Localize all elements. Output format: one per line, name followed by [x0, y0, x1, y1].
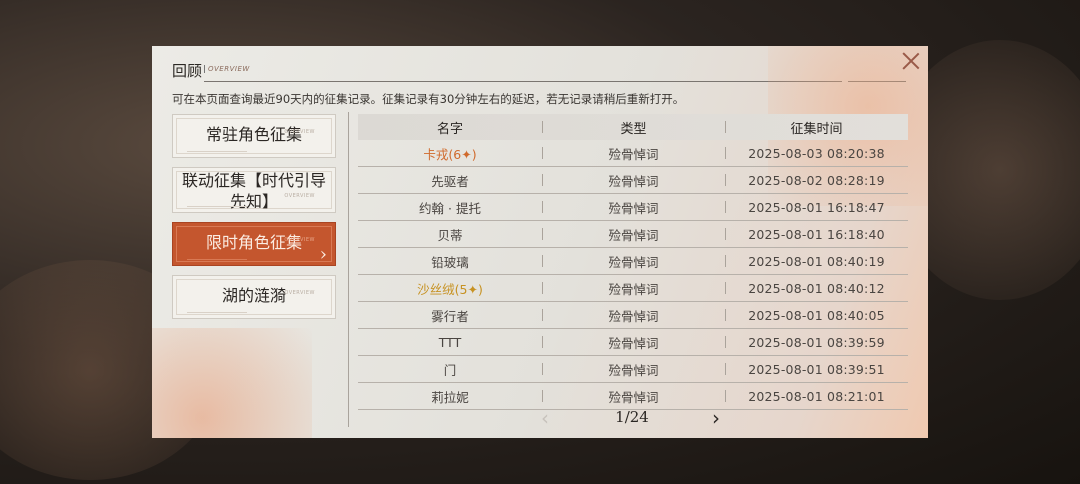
sidebar-item-tag: OVERVIEW [284, 129, 315, 135]
cell-time: 2025-08-01 16:18:40 [725, 227, 908, 242]
sidebar-item-lake-ripple[interactable]: 湖的涟漪 OVERVIEW [172, 275, 336, 319]
header-name: 名字 [436, 121, 463, 137]
cell-name: 铅玻璃 [431, 254, 469, 270]
sidebar-item-tag: OVERVIEW [284, 290, 315, 296]
page-indicator: 1/24 [615, 408, 649, 426]
cell-name: 雾行者 [431, 308, 469, 324]
chevron-right-icon: › [319, 244, 327, 265]
sidebar-item-collab[interactable]: 联动征集【时代引导先知】 OVERVIEW [172, 167, 336, 213]
header-type: 类型 [542, 118, 725, 137]
table-row: 雾行者 殓骨悼词 2025-08-01 08:40:05 [358, 302, 908, 329]
cell-time: 2025-08-01 08:39:59 [725, 335, 908, 350]
cell-name: 门 [443, 362, 457, 378]
cell-time: 2025-08-01 08:40:19 [725, 254, 908, 269]
table-row: 约翰 · 提托 殓骨悼词 2025-08-01 16:18:47 [358, 194, 908, 221]
cell-type: 殓骨悼词 [542, 360, 725, 379]
cell-time: 2025-08-03 08:20:38 [725, 146, 908, 161]
cell-type: 殓骨悼词 [542, 144, 725, 163]
cell-time: 2025-08-01 08:40:12 [725, 281, 908, 296]
dialog-title: 回顾 [172, 62, 203, 80]
cell-type: 殓骨悼词 [542, 333, 725, 352]
table-row: 门 殓骨悼词 2025-08-01 08:39:51 [358, 356, 908, 383]
cell-type: 殓骨悼词 [542, 252, 725, 271]
table-body: 卡戎(6✦) 殓骨悼词 2025-08-03 08:20:38 先驱者 殓骨悼词 2025… [358, 140, 908, 410]
divider [348, 112, 349, 427]
pagination: ‹ 1/24 › [358, 403, 908, 431]
sidebar-item-tag: OVERVIEW [284, 193, 315, 199]
cell-time: 2025-08-01 16:18:47 [725, 200, 908, 215]
title-divider [848, 81, 906, 82]
cell-name: 卡戎(6✦) [423, 146, 477, 162]
cell-type: 殓骨悼词 [542, 171, 725, 190]
decor-line [187, 151, 247, 152]
cell-time: 2025-08-01 08:39:51 [725, 362, 908, 377]
table-row: TTT 殓骨悼词 2025-08-01 08:39:59 [358, 329, 908, 356]
notice-text: 可在本页面查询最近90天内的征集记录。征集记录有30分钟左右的延迟，若无记录请稍… [172, 92, 685, 106]
title-divider [204, 81, 828, 82]
records-table: 名字 类型 征集时间 卡戎(6✦) 殓骨悼词 2025-08-03 08:20:38… [358, 114, 908, 410]
cell-type: 殓骨悼词 [542, 306, 725, 325]
cell-name: 约翰 · 提托 [419, 200, 481, 216]
cell-type: 殓骨悼词 [542, 225, 725, 244]
close-icon[interactable] [900, 50, 922, 72]
cell-name: TTT [438, 334, 462, 350]
table-header: 名字 类型 征集时间 [358, 114, 908, 140]
table-row: 沙丝绒(5✦) 殓骨悼词 2025-08-01 08:40:12 [358, 275, 908, 302]
dialog-title-sub: OVERVIEW [204, 65, 250, 73]
title-divider [820, 81, 842, 82]
decor-line [187, 312, 247, 313]
cell-time: 2025-08-01 08:40:05 [725, 308, 908, 323]
cell-name: 先驱者 [431, 173, 469, 189]
history-dialog: 回顾 OVERVIEW 可在本页面查询最近90天内的征集记录。征集记录有30分钟… [152, 46, 928, 438]
table-row: 铅玻璃 殓骨悼词 2025-08-01 08:40:19 [358, 248, 908, 275]
cell-type: 殓骨悼词 [542, 279, 725, 298]
cell-type: 殓骨悼词 [542, 198, 725, 217]
sidebar-item-limited[interactable]: 限时角色征集 › OVERVIEW [172, 222, 336, 266]
sidebar-item-label: 湖的涟漪 [221, 286, 286, 305]
sidebar-item-standard[interactable]: 常驻角色征集 OVERVIEW [172, 114, 336, 158]
sidebar: 常驻角色征集 OVERVIEW 联动征集【时代引导先知】 OVERVIEW 限时… [172, 114, 336, 328]
header-time: 征集时间 [725, 118, 908, 137]
decor-line [187, 259, 247, 260]
cell-name: 贝蒂 [437, 227, 463, 243]
cell-name: 沙丝绒(5✦) [417, 281, 483, 297]
table-row: 卡戎(6✦) 殓骨悼词 2025-08-03 08:20:38 [358, 140, 908, 167]
cell-time: 2025-08-01 08:21:01 [725, 389, 908, 404]
decor-line [187, 206, 247, 207]
cell-time: 2025-08-02 08:28:19 [725, 173, 908, 188]
table-row: 先驱者 殓骨悼词 2025-08-02 08:28:19 [358, 167, 908, 194]
next-page-icon[interactable]: › [712, 406, 720, 430]
sidebar-item-tag: OVERVIEW [284, 237, 315, 243]
table-row: 贝蒂 殓骨悼词 2025-08-01 16:18:40 [358, 221, 908, 248]
